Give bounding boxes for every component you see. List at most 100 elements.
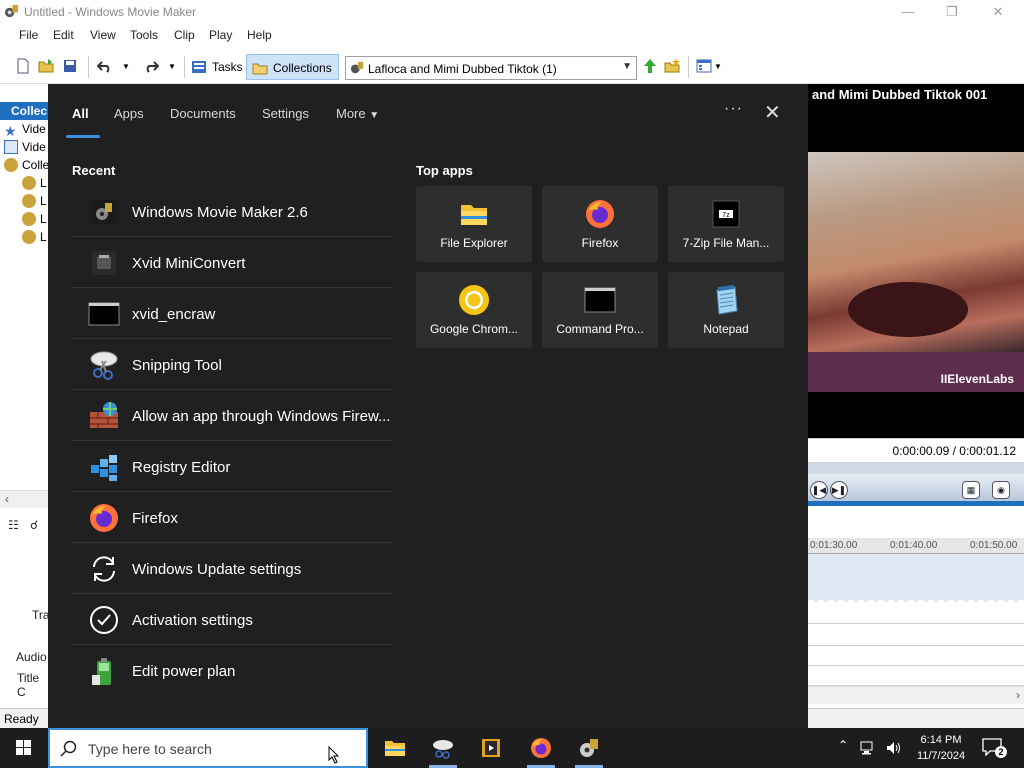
top-app-label: Google Chrom...	[429, 322, 519, 336]
console-icon	[88, 302, 120, 326]
redo-icon[interactable]	[143, 58, 159, 74]
collections-folder-icon	[252, 63, 268, 75]
top-app-notepad[interactable]: Notepad	[668, 272, 784, 348]
timeline-scrollbar[interactable]: ›	[808, 686, 1024, 704]
tree-item[interactable]: L	[22, 230, 47, 244]
tree-item[interactable]: Colle	[4, 158, 49, 172]
seek-bar[interactable]	[808, 462, 1024, 474]
redo-dropdown-icon[interactable]: ▼	[168, 62, 184, 78]
zoom-icon[interactable]: ☌	[30, 518, 38, 532]
search-input[interactable]	[88, 738, 328, 760]
menu-view[interactable]: View	[90, 28, 116, 42]
split-clip-icon[interactable]: ▦	[962, 481, 980, 499]
menu-tools[interactable]: Tools	[130, 28, 158, 42]
timeline-settings-icon[interactable]: ☷	[8, 518, 19, 532]
taskbar-file-explorer[interactable]	[372, 728, 418, 768]
menu-play[interactable]: Play	[209, 28, 232, 42]
views-icon[interactable]	[696, 58, 712, 74]
open-folder-icon[interactable]	[38, 58, 54, 74]
recent-item-snipping-tool[interactable]: Snipping Tool	[72, 340, 392, 390]
tab-documents[interactable]: Documents	[170, 106, 236, 121]
recent-item-registry-editor[interactable]: Registry Editor	[72, 442, 392, 492]
recent-item-label: Windows Update settings	[132, 561, 302, 578]
top-app-file-explorer[interactable]: File Explorer	[416, 186, 532, 262]
menu-edit[interactable]: Edit	[53, 28, 74, 42]
up-level-icon[interactable]	[642, 58, 658, 74]
chevron-right-icon[interactable]: ›	[1016, 688, 1020, 702]
top-app-google-chrome[interactable]: Google Chrom...	[416, 272, 532, 348]
player-controls: ❚◀ ▶❚ ▦ ◉	[808, 474, 1024, 506]
active-tab-indicator	[66, 135, 100, 138]
new-file-icon[interactable]	[15, 58, 31, 74]
audio-track[interactable]	[808, 624, 1024, 646]
recent-item-activation[interactable]: Activation settings	[72, 595, 392, 645]
recent-item-label: Activation settings	[132, 612, 253, 629]
tab-settings[interactable]: Settings	[262, 106, 309, 121]
next-frame-icon[interactable]: ▶❚	[830, 481, 848, 499]
more-options-icon[interactable]: ···	[724, 100, 743, 118]
notepad-icon	[716, 284, 738, 315]
collection-dropdown[interactable]: Lafloca and Mimi Dubbed Tiktok (1) ▼	[345, 56, 637, 80]
recent-item-label: Snipping Tool	[132, 357, 222, 374]
collections-button[interactable]: Collections	[246, 54, 339, 80]
views-dropdown-icon[interactable]: ▼	[714, 62, 730, 78]
tasks-button[interactable]: Tasks	[186, 54, 249, 80]
taskbar-movie-maker[interactable]	[566, 728, 612, 768]
tab-all[interactable]: All	[72, 106, 89, 121]
save-icon[interactable]	[62, 58, 78, 74]
recent-item-windows-update[interactable]: Windows Update settings	[72, 544, 392, 594]
firefox-icon	[531, 738, 551, 758]
recent-item-power-plan[interactable]: Edit power plan	[72, 646, 392, 696]
close-window-button[interactable]: ✕	[988, 3, 1008, 21]
search-flyout: All Apps Documents Settings More ▼ ··· ✕…	[48, 84, 808, 728]
music-track[interactable]	[808, 646, 1024, 666]
tree-item[interactable]: Vide	[4, 140, 46, 154]
chevron-up-icon[interactable]: ⌃	[838, 738, 854, 754]
transition-track[interactable]	[808, 602, 1024, 624]
recent-item-movie-maker[interactable]: Windows Movie Maker 2.6	[72, 187, 392, 237]
menu-clip[interactable]: Clip	[174, 28, 195, 42]
top-app-label: Firefox	[581, 236, 619, 250]
taskbar-firefox[interactable]	[518, 728, 564, 768]
undo-dropdown-icon[interactable]: ▼	[122, 62, 138, 78]
taskbar-media-player[interactable]	[468, 728, 514, 768]
close-icon[interactable]: ✕	[764, 100, 781, 125]
top-app-command-prompt[interactable]: Command Pro...	[542, 272, 658, 348]
taskbar-search-box[interactable]	[48, 728, 368, 768]
start-button-windows-icon[interactable]	[0, 728, 48, 768]
tab-apps[interactable]: Apps	[114, 106, 144, 121]
menu-help[interactable]: Help	[247, 28, 272, 42]
tab-more[interactable]: More ▼	[336, 106, 379, 121]
tree-item[interactable]: L	[22, 194, 47, 208]
tree-item[interactable]: L	[22, 176, 47, 190]
horizontal-scrollbar[interactable]: ‹	[0, 490, 48, 508]
network-icon[interactable]	[860, 740, 876, 756]
taskbar-clock[interactable]: 6:14 PM 11/7/2024	[914, 732, 968, 764]
restore-button[interactable]: ❐	[942, 3, 962, 21]
watermark-text: IIElevenLabs	[940, 372, 1014, 386]
title-overlay-track[interactable]	[808, 666, 1024, 686]
minimize-button[interactable]: —	[898, 3, 918, 21]
chevron-left-icon[interactable]: ‹	[5, 492, 9, 506]
previous-frame-icon[interactable]: ❚◀	[810, 481, 828, 499]
volume-icon[interactable]	[886, 740, 902, 756]
caret-down-icon: ▼	[369, 110, 380, 121]
recent-item-xvid-miniconvert[interactable]: Xvid MiniConvert	[72, 238, 392, 288]
top-app-7zip[interactable]: 7z 7-Zip File Man...	[668, 186, 784, 262]
video-frame: IIElevenLabs	[808, 152, 1024, 392]
recent-item-xvid-encraw[interactable]: xvid_encraw	[72, 289, 392, 339]
menu-file[interactable]: File	[19, 28, 38, 42]
video-track[interactable]	[808, 554, 1024, 602]
recent-item-firefox[interactable]: Firefox	[72, 493, 392, 543]
top-app-firefox[interactable]: Firefox	[542, 186, 658, 262]
notification-center-button[interactable]: 2	[982, 738, 1007, 758]
snapshot-icon[interactable]: ◉	[992, 481, 1010, 499]
recent-item-firewall[interactable]: Allow an app through Windows Firew...	[72, 391, 392, 441]
new-collection-folder-icon[interactable]	[664, 58, 680, 74]
undo-icon[interactable]	[97, 58, 113, 74]
tree-item[interactable]: ★ Vide	[4, 122, 46, 138]
tasks-label: Tasks	[212, 60, 243, 74]
timecode-display: 0:00:00.09 / 0:00:01.12	[808, 438, 1024, 462]
tree-item[interactable]: L	[22, 212, 47, 226]
taskbar-snipping-tool[interactable]	[420, 728, 466, 768]
